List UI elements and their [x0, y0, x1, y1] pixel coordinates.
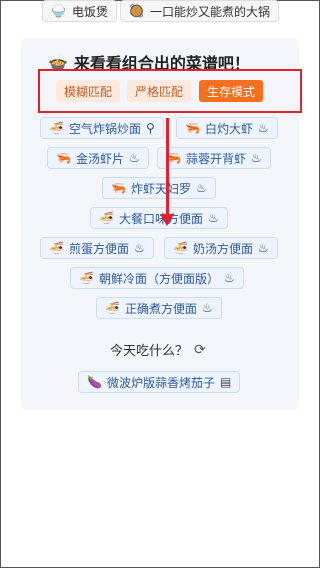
- recipe-chip[interactable]: 🦐 白灼大虾 ♨: [176, 117, 278, 139]
- microwave-icon: ▤: [219, 375, 232, 389]
- recipe-chip[interactable]: 🍜 奶汤方便面 ♨: [164, 237, 278, 259]
- recipe-chip[interactable]: 🦐 炸虾天妇罗 ♨: [102, 177, 216, 199]
- pot-icon: ♨: [201, 301, 213, 315]
- annotation-arrow-head: [160, 214, 174, 226]
- top-chip-big-pot[interactable]: 🥘 一口能炒又能煮的大锅: [120, 0, 279, 22]
- recipe-label: 正确煮方便面: [124, 301, 197, 316]
- top-chip-label: 一口能炒又能煮的大锅: [149, 4, 270, 19]
- suggestion-label: 微波炉版蒜香烤茄子: [106, 375, 215, 390]
- recipe-label: 金汤虾片: [75, 151, 124, 166]
- recipe-label: 奶汤方便面: [192, 241, 253, 256]
- suggestion-chip[interactable]: 🍆 微波炉版蒜香烤茄子 ▤: [78, 371, 241, 393]
- recipe-chip[interactable]: 🍜 正确煮方便面 ♨: [96, 297, 222, 319]
- shrimp-icon: 🦐: [111, 181, 126, 195]
- tool-icon: ⚲: [145, 121, 155, 135]
- shrimp-icon: 🦐: [56, 151, 71, 165]
- recipe-label: 空气炸锅炒面: [68, 121, 141, 136]
- refresh-icon[interactable]: ⟳: [194, 342, 206, 358]
- recipe-label: 朝鲜冷面（方便面版）: [98, 271, 219, 286]
- recipe-label: 煎蛋方便面: [68, 241, 129, 256]
- pot-icon: ♨: [223, 271, 235, 285]
- shrimp-icon: 🦐: [185, 121, 200, 135]
- pot-icon: ♨: [195, 181, 207, 195]
- recipe-label: 白灼大虾: [204, 121, 253, 136]
- recipe-chip[interactable]: 🍜 大餐口味方便面 ♨: [90, 207, 228, 229]
- top-chip-label: 电饭煲: [71, 4, 108, 19]
- noodle-icon: 🍜: [49, 241, 64, 255]
- recipe-label: 炸虾天妇罗: [130, 181, 191, 196]
- annotation-arrow-line: [166, 118, 169, 220]
- noodle-icon: 🍜: [79, 271, 94, 285]
- noodle-icon: 🍜: [105, 301, 120, 315]
- pot-icon: ♨: [207, 211, 219, 225]
- pot-icon: ♨: [128, 151, 140, 165]
- noodle-icon: 🍜: [173, 241, 188, 255]
- pot-icon: ♨: [257, 121, 269, 135]
- recipe-chip[interactable]: 🍜 空气炸锅炒面 ⚲: [40, 117, 164, 139]
- pot-icon: ♨: [257, 241, 269, 255]
- question-text: 今天吃什么？: [110, 344, 189, 359]
- pot-icon: 🥘: [129, 4, 144, 18]
- highlight-box: [38, 69, 302, 113]
- recipe-chip[interactable]: 🍜 煎蛋方便面 ♨: [40, 237, 154, 259]
- pot-icon: ♨: [133, 241, 145, 255]
- what-to-eat-prompt[interactable]: 今天吃什么？ ⟳: [110, 340, 206, 360]
- rice-cooker-icon: 🍚: [51, 4, 66, 18]
- noodle-icon: 🍜: [49, 121, 64, 135]
- recipe-chip[interactable]: 🦐 金汤虾片 ♨: [47, 147, 149, 169]
- recipe-label: 蒜蓉开背虾: [185, 151, 246, 166]
- pot-icon: ♨: [250, 151, 262, 165]
- noodle-icon: 🍜: [99, 211, 114, 225]
- top-chip-rice-cooker[interactable]: 🍚 电饭煲: [42, 0, 117, 22]
- recipe-chip[interactable]: 🦐 蒜蓉开背虾 ♨: [157, 147, 271, 169]
- recipe-chip[interactable]: 🍜 朝鲜冷面（方便面版） ♨: [70, 267, 244, 289]
- eggplant-icon: 🍆: [87, 375, 102, 389]
